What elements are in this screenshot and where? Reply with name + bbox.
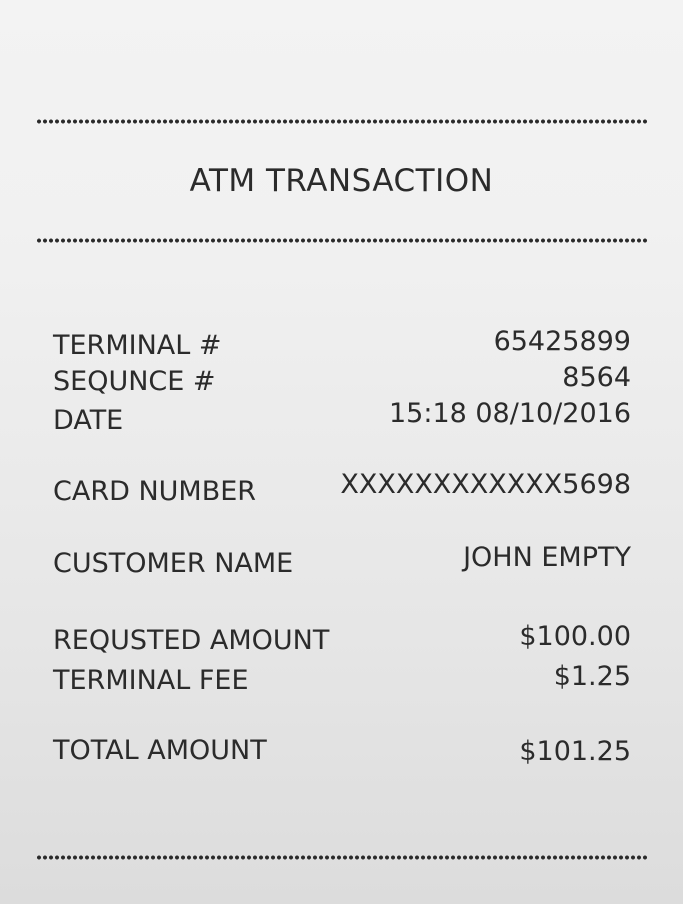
requested-amount-value: $100.00: [519, 621, 631, 652]
date-value: 15:18 08/10/2016: [388, 398, 631, 429]
receipt-title: ATM TRANSACTION: [189, 163, 494, 199]
card-number-label: CARD NUMBER: [53, 476, 257, 507]
terminal-fee-label: TERMINAL FEE: [53, 665, 249, 696]
dotted-divider-bottom: [36, 855, 648, 860]
requested-amount-label: REQUSTED AMOUNT: [53, 625, 330, 656]
sequence-number-label: SEQUNCE #: [53, 366, 216, 397]
card-number-value: XXXXXXXXXXXX5698: [340, 469, 631, 500]
terminal-fee-value: $1.25: [553, 661, 631, 692]
atm-receipt: ATM TRANSACTION TERMINAL # 65425899 SEQU…: [0, 0, 683, 904]
date-label: DATE: [53, 405, 124, 436]
customer-name-label: CUSTOMER NAME: [53, 548, 294, 579]
terminal-number-value: 65425899: [493, 326, 631, 357]
total-amount-value: $101.25: [519, 736, 631, 767]
customer-name-value: JOHN EMPTY: [463, 542, 631, 573]
sequence-number-value: 8564: [562, 362, 631, 393]
dotted-divider-middle: [36, 238, 648, 243]
dotted-divider-top: [36, 119, 648, 124]
total-amount-label: TOTAL AMOUNT: [53, 735, 267, 766]
terminal-number-label: TERMINAL #: [53, 330, 222, 361]
